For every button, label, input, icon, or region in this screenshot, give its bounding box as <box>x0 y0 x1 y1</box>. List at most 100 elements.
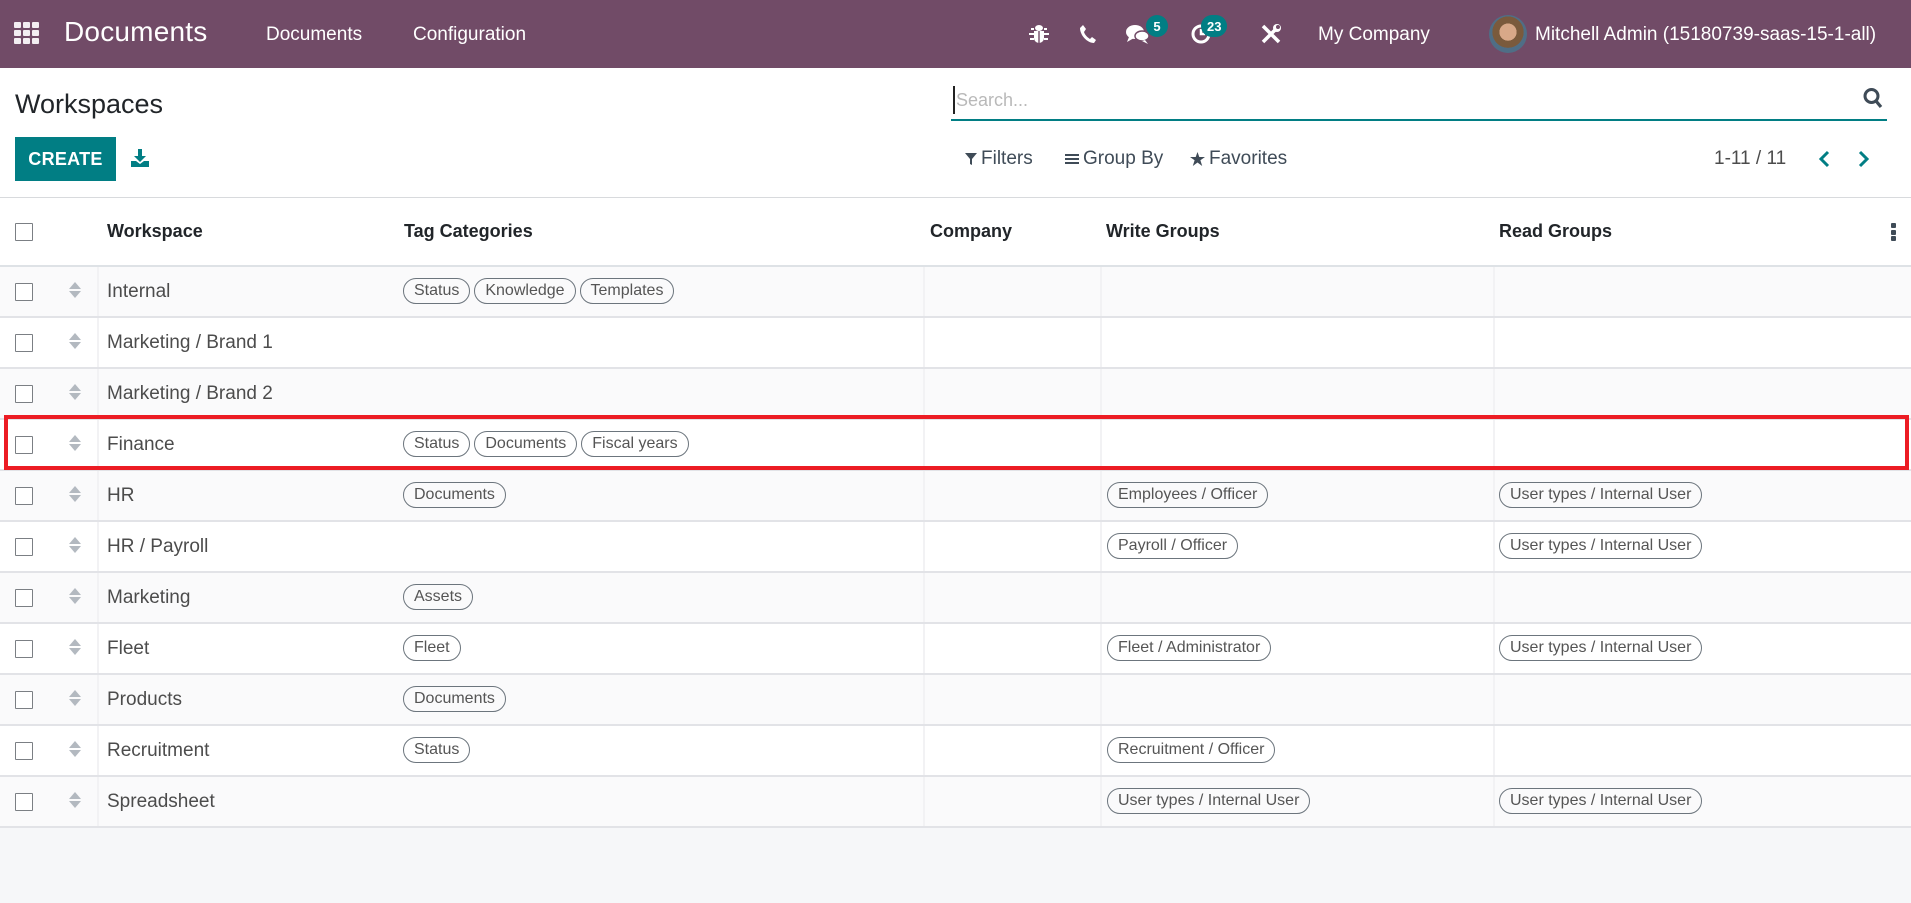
list-icon <box>1065 154 1079 164</box>
row-checkbox[interactable] <box>15 793 33 811</box>
bug-icon[interactable] <box>1025 20 1053 48</box>
drag-handle-icon[interactable] <box>68 740 82 760</box>
row-checkbox[interactable] <box>15 691 33 709</box>
user-avatar[interactable] <box>1489 15 1527 53</box>
tag-categories-cell: Status <box>403 737 471 763</box>
row-checkbox[interactable] <box>15 640 33 658</box>
column-divider <box>97 318 99 367</box>
row-checkbox[interactable] <box>15 334 33 352</box>
tag-badge: Fleet <box>403 635 461 661</box>
column-divider <box>923 471 925 520</box>
drag-handle-icon[interactable] <box>68 638 82 658</box>
search-bar <box>951 82 1887 121</box>
tag-badge: User types / Internal User <box>1499 482 1703 508</box>
pager-previous-button[interactable] <box>1814 148 1834 170</box>
star-icon <box>1190 152 1205 166</box>
tag-categories-cell: Fleet <box>403 635 461 661</box>
column-divider <box>1493 777 1495 826</box>
column-divider <box>97 573 99 622</box>
row-checkbox[interactable] <box>15 385 33 403</box>
workspaces-table: Workspace Tag Categories Company Write G… <box>0 198 1911 828</box>
activities-badge: 23 <box>1201 15 1228 37</box>
table-row[interactable]: Fleet Fleet Fleet / Administrator User type… <box>0 624 1911 675</box>
select-all-checkbox[interactable] <box>15 223 33 241</box>
company-switcher[interactable]: My Company <box>1318 24 1430 46</box>
tag-categories-cell: Assets <box>403 584 474 610</box>
workspace-name: Marketing / Brand 2 <box>107 383 273 404</box>
column-divider <box>923 318 925 367</box>
table-row[interactable]: Marketing / Brand 1 <box>0 318 1911 369</box>
drag-handle-icon[interactable] <box>68 791 82 811</box>
column-header-read-groups[interactable]: Read Groups <box>1499 221 1612 242</box>
page-title: Workspaces <box>15 89 164 119</box>
chevron-right-icon <box>1858 150 1870 168</box>
column-header-workspace[interactable]: Workspace <box>107 221 203 242</box>
table-row[interactable]: Products Documents <box>0 675 1911 726</box>
create-button[interactable]: CREATE <box>15 137 116 181</box>
drag-handle-icon[interactable] <box>68 689 82 709</box>
row-checkbox[interactable] <box>15 436 33 454</box>
table-row[interactable]: Marketing / Brand 2 <box>0 369 1911 420</box>
workspace-name: Spreadsheet <box>107 791 215 812</box>
column-divider <box>97 267 99 316</box>
drag-handle-icon[interactable] <box>68 383 82 403</box>
optional-columns-kebab-icon[interactable] <box>1891 223 1897 241</box>
user-menu[interactable]: Mitchell Admin (15180739-saas-15-1-all) <box>1535 24 1876 46</box>
column-divider <box>97 726 99 775</box>
table-row[interactable]: HR / Payroll Payroll / Officer User types … <box>0 522 1911 573</box>
favorites-button[interactable]: Favorites <box>1190 148 1287 170</box>
column-header-company[interactable]: Company <box>930 221 1012 242</box>
tools-icon[interactable] <box>1257 20 1285 48</box>
table-row[interactable]: Internal Status Knowledge Templates <box>0 267 1911 318</box>
column-divider <box>1100 267 1102 316</box>
column-header-tag-categories[interactable]: Tag Categories <box>404 221 533 242</box>
drag-handle-icon[interactable] <box>68 587 82 607</box>
drag-handle-icon[interactable] <box>68 332 82 352</box>
drag-handle-icon[interactable] <box>68 281 82 301</box>
drag-handle-icon[interactable] <box>68 485 82 505</box>
menu-documents[interactable]: Documents <box>266 24 362 46</box>
table-row[interactable]: Spreadsheet User types / Internal User Use… <box>0 777 1911 828</box>
column-divider <box>1493 624 1495 673</box>
app-title[interactable]: Documents <box>64 16 207 48</box>
column-header-write-groups[interactable]: Write Groups <box>1106 221 1220 242</box>
column-divider <box>923 624 925 673</box>
phone-icon[interactable] <box>1074 20 1102 48</box>
menu-configuration[interactable]: Configuration <box>413 24 526 46</box>
drag-handle-icon[interactable] <box>68 434 82 454</box>
tag-badge: Templates <box>579 278 675 304</box>
workspace-name: Marketing <box>107 587 191 608</box>
column-divider <box>1493 318 1495 367</box>
column-divider <box>1100 471 1102 520</box>
download-icon[interactable] <box>130 148 152 170</box>
row-checkbox[interactable] <box>15 742 33 760</box>
apps-grid-icon[interactable] <box>14 22 40 44</box>
search-input[interactable] <box>953 86 1833 114</box>
filters-button[interactable]: Filters <box>965 148 1033 170</box>
table-body: Internal Status Knowledge Templates Marketin… <box>0 267 1911 828</box>
tag-badge: Employees / Officer <box>1107 482 1269 508</box>
column-divider <box>923 777 925 826</box>
row-checkbox[interactable] <box>15 283 33 301</box>
tag-badge: Payroll / Officer <box>1107 533 1239 559</box>
column-divider <box>1493 726 1495 775</box>
control-panel: Workspaces CREATE Filters Group By Favor… <box>0 68 1911 198</box>
table-row[interactable]: Recruitment Status Recruitment / Officer <box>0 726 1911 777</box>
row-checkbox[interactable] <box>15 589 33 607</box>
column-divider <box>1100 726 1102 775</box>
tag-badge: Assets <box>403 584 474 610</box>
row-checkbox[interactable] <box>15 538 33 556</box>
table-row[interactable]: HR Documents Employees / Officer User types… <box>0 471 1911 522</box>
table-row[interactable]: Marketing Assets <box>0 573 1911 624</box>
table-row[interactable]: Finance Status Documents Fiscal years <box>0 420 1911 471</box>
tag-categories-cell: Status Knowledge Templates <box>403 278 675 304</box>
workspace-name: Recruitment <box>107 740 210 761</box>
pager-next-button[interactable] <box>1854 148 1874 170</box>
drag-handle-icon[interactable] <box>68 536 82 556</box>
search-icon[interactable] <box>1863 87 1885 111</box>
column-divider <box>923 267 925 316</box>
group-by-button[interactable]: Group By <box>1065 148 1163 170</box>
group-by-label: Group By <box>1083 148 1164 169</box>
pager-value[interactable]: 1-11 / 11 <box>1714 148 1786 170</box>
row-checkbox[interactable] <box>15 487 33 505</box>
